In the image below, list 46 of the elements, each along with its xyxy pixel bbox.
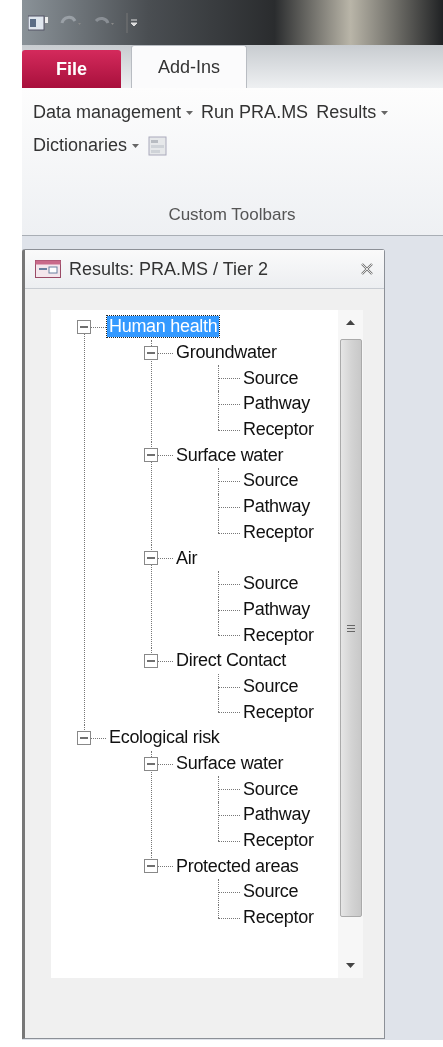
- panel-title: Results: PRA.MS / Tier 2: [69, 258, 270, 280]
- tree-item[interactable]: Receptor: [241, 701, 316, 723]
- collapse-toggle[interactable]: [144, 653, 158, 668]
- close-icon[interactable]: [360, 262, 374, 276]
- tree-item[interactable]: Pathway: [241, 393, 312, 415]
- collapse-toggle[interactable]: [144, 345, 158, 360]
- tree-item[interactable]: Air: [174, 547, 200, 569]
- collapse-toggle[interactable]: [77, 731, 91, 745]
- tree-item[interactable]: Direct Contact: [174, 650, 288, 672]
- menu-button[interactable]: Data management: [33, 102, 194, 123]
- collapse-toggle[interactable]: [144, 551, 158, 566]
- scroll-down-icon[interactable]: [346, 963, 355, 968]
- tree-item[interactable]: Surface water: [174, 753, 286, 775]
- tree-item[interactable]: Receptor: [241, 624, 316, 646]
- customize-toolbar-icon[interactable]: [126, 12, 138, 33]
- tree-item[interactable]: Receptor: [241, 830, 316, 852]
- tree-item[interactable]: Source: [241, 881, 301, 903]
- form-icon: [35, 260, 61, 278]
- group-label: Custom Toolbars: [168, 205, 297, 225]
- tree-item[interactable]: Pathway: [241, 804, 312, 826]
- tree-item[interactable]: Pathway: [241, 496, 312, 518]
- collapse-toggle[interactable]: [144, 756, 158, 771]
- menu-button[interactable]: Results: [316, 102, 389, 123]
- tree-item[interactable]: Groundwater: [174, 342, 279, 364]
- grip-icon: [346, 624, 355, 632]
- menu-button[interactable]: Dictionaries: [33, 135, 140, 156]
- tree-item[interactable]: Receptor: [241, 521, 316, 543]
- tree-item[interactable]: Receptor: [241, 419, 316, 441]
- tree-item[interactable]: Source: [241, 367, 301, 389]
- tree-item[interactable]: Receptor: [241, 907, 316, 929]
- collapse-toggle[interactable]: [77, 320, 91, 334]
- tree-item[interactable]: Source: [241, 573, 301, 595]
- tree-item[interactable]: Ecological risk: [107, 727, 222, 749]
- tree-item[interactable]: Surface water: [174, 444, 286, 466]
- tree-item[interactable]: Source: [241, 470, 301, 492]
- collapse-toggle[interactable]: [144, 448, 158, 463]
- ribbon-button[interactable]: Run PRA.MS: [201, 102, 309, 123]
- ribbon-tab[interactable]: File: [22, 50, 121, 88]
- scroll-up-icon[interactable]: [346, 320, 355, 325]
- tree-item[interactable]: Pathway: [241, 598, 312, 620]
- ribbon-tab[interactable]: Add-Ins: [131, 45, 248, 88]
- tree-item[interactable]: Source: [241, 675, 301, 697]
- tree-item[interactable]: Protected areas: [174, 855, 301, 877]
- tree-item[interactable]: Source: [241, 778, 301, 800]
- app-icon[interactable]: [28, 14, 50, 31]
- collapse-toggle[interactable]: [144, 859, 158, 874]
